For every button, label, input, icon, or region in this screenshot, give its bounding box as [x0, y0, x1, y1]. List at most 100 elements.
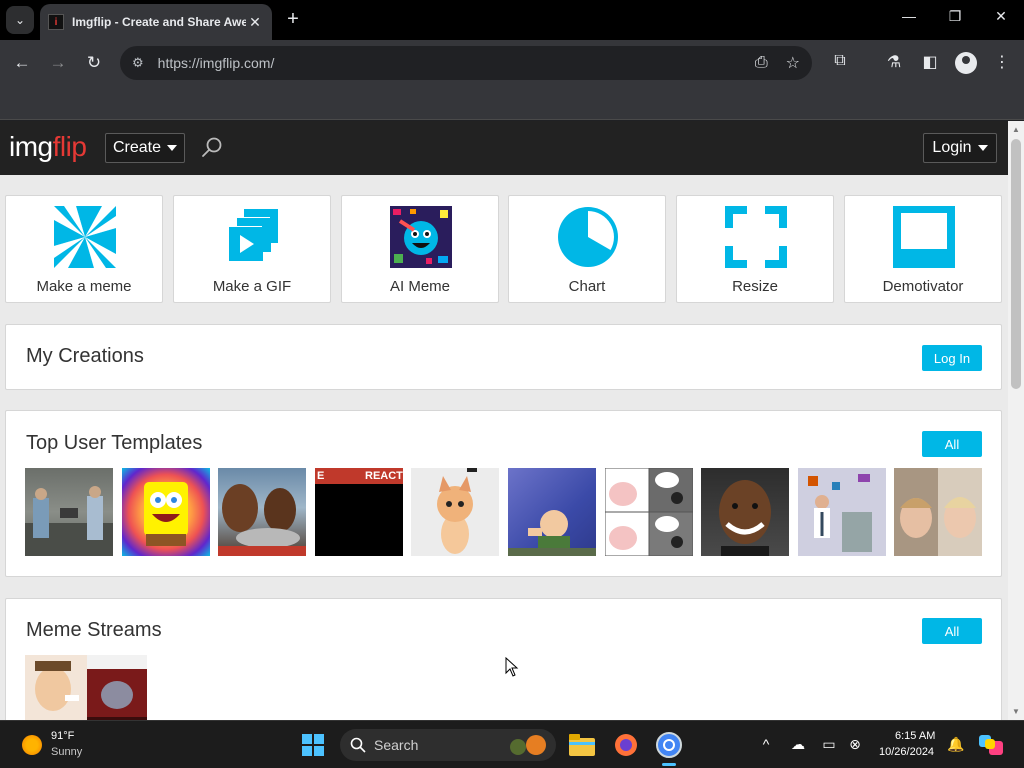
labs-flask-icon[interactable]: ⚗: [883, 52, 905, 72]
stream-thumbnail[interactable]: [87, 655, 147, 720]
template-thumbnail[interactable]: [894, 468, 982, 556]
minimize-icon[interactable]: —: [897, 8, 921, 24]
tool-ai-meme[interactable]: AI Meme: [341, 195, 499, 303]
tool-chart[interactable]: Chart: [508, 195, 666, 303]
menu-kebab-icon[interactable]: ⋮: [991, 52, 1013, 72]
browser-tab-active[interactable]: i Imgflip - Create and Share Awe ✕: [40, 4, 272, 40]
imgflip-favicon-icon: i: [48, 14, 64, 30]
panel-title: My Creations: [26, 345, 144, 367]
onedrive-icon[interactable]: ☁: [789, 736, 807, 753]
top-user-templates-panel: Top User Templates All E REACTI: [5, 410, 1002, 577]
tab-search-button[interactable]: ⌄: [6, 6, 34, 34]
caret-down-icon: [977, 145, 988, 151]
clock-time[interactable]: 6:15 AM: [895, 730, 935, 742]
extensions-icon[interactable]: ⧉: [829, 52, 851, 70]
mouse-cursor-icon: [505, 657, 519, 677]
back-icon[interactable]: ←: [9, 50, 35, 76]
templates-all-button[interactable]: All: [922, 431, 982, 457]
reload-icon[interactable]: ↻: [81, 50, 107, 76]
url-text[interactable]: https://imgflip.com/: [158, 55, 737, 71]
log-in-button[interactable]: Log In: [922, 345, 982, 371]
chevron-down-icon: ⌄: [14, 13, 26, 27]
gif-stack-icon: [222, 206, 284, 268]
address-bar[interactable]: ⚙ https://imgflip.com/ ⎙ ☆: [120, 46, 812, 80]
tool-label: AI Meme: [389, 278, 450, 295]
tab-title: Imgflip - Create and Share Awe: [72, 15, 246, 29]
demotivator-frame-icon: [893, 206, 955, 268]
imgflip-logo[interactable]: imgflip: [9, 131, 87, 163]
display-icon[interactable]: ▭: [820, 736, 838, 753]
taskbar-search-box[interactable]: Search: [340, 729, 556, 761]
tool-label: Resize: [732, 278, 778, 295]
bookmark-bar: [0, 86, 1024, 120]
site-header: imgflip Create Login: [0, 121, 1008, 175]
template-thumbnail[interactable]: [701, 468, 789, 556]
tool-demotivator[interactable]: Demotivator: [844, 195, 1002, 303]
stream-thumbnail[interactable]: [25, 655, 87, 720]
windows-start-icon[interactable]: [299, 731, 327, 759]
new-tab-button[interactable]: +: [282, 8, 304, 30]
tool-label: Make a GIF: [212, 278, 292, 295]
firefox-icon[interactable]: [612, 731, 640, 759]
pinwheel-icon: [54, 206, 116, 268]
scroll-up-icon[interactable]: ▲: [1011, 125, 1021, 134]
page-viewport: imgflip Create Login Make a meme Make a …: [0, 121, 1008, 720]
create-menu-button[interactable]: Create: [105, 133, 185, 163]
panel-title: Top User Templates: [26, 432, 203, 454]
install-app-icon[interactable]: ⎙: [755, 54, 768, 72]
search-placeholder: Search: [374, 737, 419, 753]
template-thumbnail[interactable]: [605, 468, 693, 556]
template-thumbnail[interactable]: [122, 468, 210, 556]
streams-all-button[interactable]: All: [922, 618, 982, 644]
side-panel-icon[interactable]: ◧: [919, 52, 941, 72]
template-thumbnail[interactable]: [508, 468, 596, 556]
template-thumbnail[interactable]: [411, 468, 499, 556]
tray-overflow-icon[interactable]: ^: [757, 736, 775, 752]
browser-toolbar: ← → ↻ ⚙ https://imgflip.com/ ⎙ ☆ ⧉ ⚗ ◧ ⋮: [0, 40, 1024, 86]
chrome-icon[interactable]: [655, 731, 683, 759]
tool-label: Demotivator: [882, 278, 964, 295]
reaction-text: REACTI: [365, 470, 403, 482]
close-window-icon[interactable]: ✕: [989, 8, 1013, 25]
scroll-thumb[interactable]: [1011, 139, 1021, 389]
browser-tab-bar: ⌄ i Imgflip - Create and Share Awe ✕ + —…: [0, 0, 1024, 40]
panel-title: Meme Streams: [26, 619, 162, 641]
ai-meme-icon: [390, 206, 452, 268]
meme-streams-panel: Meme Streams All: [5, 598, 1002, 720]
bookmark-star-icon[interactable]: ☆: [786, 53, 800, 73]
search-highlight-icon: [510, 735, 546, 755]
page-scrollbar[interactable]: ▲ ▼: [1008, 121, 1024, 720]
scroll-down-icon[interactable]: ▼: [1011, 707, 1021, 716]
resize-corners-icon: [725, 206, 787, 268]
tool-label: Chart: [568, 278, 606, 295]
weather-temperature[interactable]: 91°F: [51, 730, 74, 742]
clock-date[interactable]: 10/26/2024: [879, 746, 934, 758]
copilot-icon[interactable]: [978, 731, 1006, 759]
tool-make-a-gif[interactable]: Make a GIF: [173, 195, 331, 303]
tool-label: Make a meme: [36, 278, 132, 295]
active-app-indicator: [662, 763, 676, 766]
tool-make-a-meme[interactable]: Make a meme: [5, 195, 163, 303]
profile-avatar-icon[interactable]: [955, 52, 977, 74]
sun-weather-icon[interactable]: [22, 735, 42, 755]
template-thumbnail[interactable]: [218, 468, 306, 556]
tab-close-icon[interactable]: ✕: [246, 14, 264, 31]
template-thumbnail[interactable]: [798, 468, 886, 556]
login-menu-button[interactable]: Login: [923, 133, 997, 163]
file-explorer-icon[interactable]: [568, 731, 596, 759]
search-icon[interactable]: [200, 136, 224, 160]
weather-condition[interactable]: Sunny: [51, 746, 82, 758]
windows-taskbar: 91°F Sunny Search ^ ☁ ▭ ⊗ 6:15 AM 10/26/…: [0, 720, 1024, 768]
network-icon[interactable]: ⊗: [846, 736, 864, 753]
search-icon: [350, 737, 366, 753]
forward-icon[interactable]: →: [45, 50, 71, 76]
pie-chart-icon: [557, 206, 619, 268]
site-info-icon[interactable]: ⚙: [132, 55, 144, 71]
caret-down-icon: [167, 145, 178, 151]
notification-bell-icon[interactable]: 🔔: [947, 736, 965, 753]
tool-resize[interactable]: Resize: [676, 195, 834, 303]
template-thumbnail[interactable]: [25, 468, 113, 556]
template-thumbnail[interactable]: E REACTI: [315, 468, 403, 556]
my-creations-panel: My Creations Log In: [5, 324, 1002, 390]
restore-icon[interactable]: ❐: [943, 8, 967, 25]
